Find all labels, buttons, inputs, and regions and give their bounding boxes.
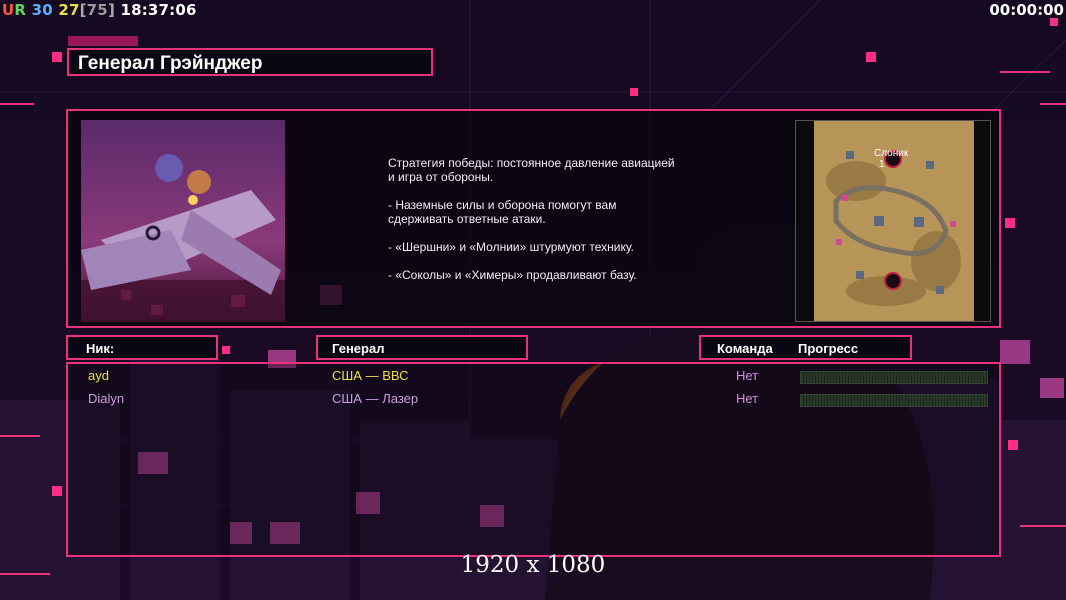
player-row[interactable]: Dialyn США — Лазер Нет (68, 391, 999, 411)
player-general[interactable]: США — ВВС (332, 368, 409, 383)
player-nick: Dialyn (88, 391, 125, 406)
general-portrait (81, 120, 285, 322)
fps-counter: 30 (31, 1, 53, 19)
max-value: 75 (86, 1, 108, 19)
title-tag-decoration (68, 36, 138, 46)
header-progress-label: Прогресс (798, 341, 859, 356)
minimap-player-slot: 1 (879, 159, 885, 170)
player-row[interactable]: ayd США — ВВС Нет (68, 368, 999, 388)
hud-stats: UR 30 27[75] 18:37:06 (2, 1, 197, 19)
general-title-box: Генерал Грэйнджер (67, 48, 433, 76)
player-nick: ayd (88, 368, 109, 383)
general-title: Генерал Грэйнджер (78, 53, 263, 74)
description-line: - «Соколы» и «Химеры» продавливают базу. (388, 268, 637, 282)
minimap-map-name: Слоник (874, 148, 909, 159)
system-clock: 18:37:06 (120, 1, 197, 19)
player-progress-bar (800, 394, 988, 407)
description-line: - Наземные силы и оборона помогут вам сд… (388, 198, 617, 226)
player-team[interactable]: Нет (736, 391, 758, 406)
description-line: Стратегия победы: постоянное давление ав… (388, 156, 675, 184)
player-team[interactable]: Нет (736, 368, 758, 383)
ping-counter: 27 (58, 1, 80, 19)
header-team-progress: Команда Прогресс (699, 335, 912, 360)
players-panel: ayd США — ВВС Нет Dialyn США — Лазер Нет (66, 362, 1001, 557)
minimap[interactable]: Слоник 1 (795, 120, 991, 322)
header-nick-label: Ник: (86, 341, 115, 356)
resolution-label: 1920 x 1080 (460, 552, 606, 578)
max-bracket-open: [ (79, 1, 87, 19)
ur-letter-r: R (14, 1, 27, 19)
header-team-label: Команда (717, 341, 773, 356)
general-description: Стратегия победы: постоянное давление ав… (388, 156, 718, 296)
header-nick: Ник: (66, 335, 218, 360)
game-timer: 00:00:00 (989, 1, 1064, 19)
description-line: - «Шершни» и «Молнии» штурмуют технику. (388, 240, 634, 254)
player-general[interactable]: США — Лазер (332, 391, 418, 406)
header-general: Генерал (316, 335, 528, 360)
player-progress-bar (800, 371, 988, 384)
header-general-label: Генерал (332, 341, 385, 356)
ur-letter-u: U (2, 1, 15, 19)
max-bracket-close: ] (107, 1, 115, 19)
general-info-panel: Стратегия победы: постоянное давление ав… (66, 109, 1001, 328)
